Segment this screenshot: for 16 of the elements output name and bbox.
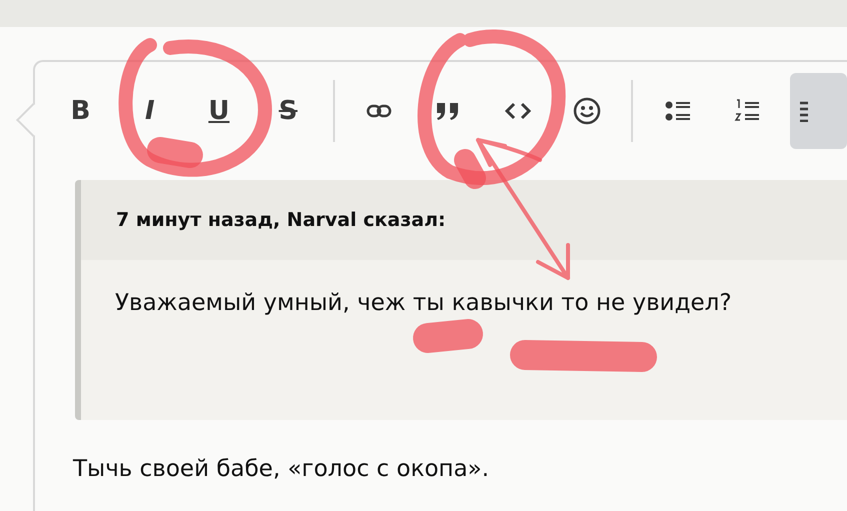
format-button[interactable]: S — [262, 73, 315, 149]
quote-header: 7 минут назад, Narval сказал: — [81, 180, 847, 260]
format-button[interactable]: B — [54, 73, 108, 149]
code-icon — [504, 102, 532, 120]
format-button[interactable]: U — [192, 73, 246, 149]
quote-text: Уважаемый умный, чеж ты кавычки то не увидел? — [114, 289, 733, 318]
marker-stroke — [454, 149, 486, 189]
align-icon — [798, 100, 808, 122]
message-text: Тычь своей бабе, «голос с окопа». — [73, 455, 490, 484]
numbered-list-icon — [734, 98, 760, 124]
bullet-list-icon — [664, 100, 691, 122]
format-button[interactable]: I — [123, 73, 176, 149]
link-icon — [366, 104, 392, 118]
marker-stroke — [413, 319, 483, 353]
marker-stroke — [147, 137, 203, 168]
smiley-icon — [572, 97, 601, 125]
